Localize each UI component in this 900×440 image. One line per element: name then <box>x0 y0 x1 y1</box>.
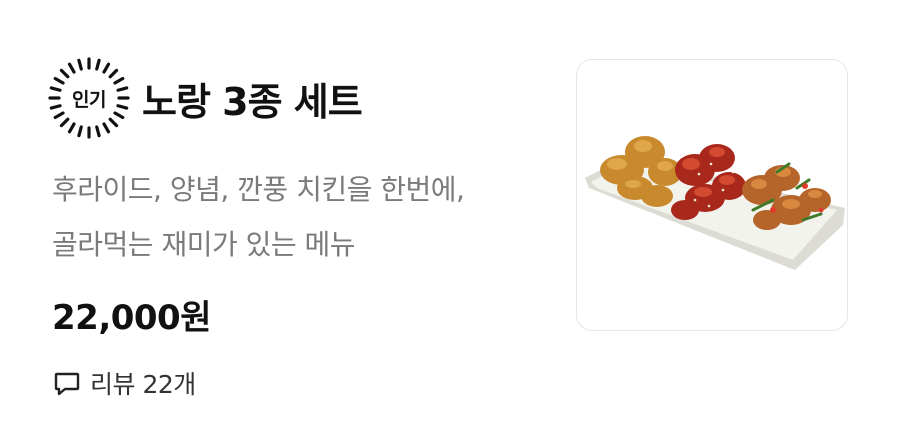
menu-description-line-1: 후라이드, 양념, 깐풍 치킨을 한번에, <box>52 173 465 206</box>
menu-title-row: 인기 노랑 3종 세트 <box>48 56 363 140</box>
menu-description-line-2: 골라먹는 재미가 있는 메뉴 <box>52 228 356 261</box>
menu-photo[interactable] <box>576 59 848 331</box>
speech-bubble-icon <box>54 372 80 396</box>
menu-price: 22,000원 <box>52 298 211 338</box>
popular-badge: 인기 <box>48 57 130 139</box>
popular-badge-label: 인기 <box>72 88 106 111</box>
review-count: 리뷰 22개 <box>90 370 196 399</box>
review-link[interactable]: 리뷰 22개 <box>52 364 196 402</box>
menu-title: 노랑 3종 세트 <box>142 79 363 124</box>
menu-description: 후라이드, 양념, 깐풍 치킨을 한번에, 골라먹는 재미가 있는 메뉴 <box>52 162 552 272</box>
menu-item-card[interactable]: 인기 노랑 3종 세트 후라이드, 양념, 깐풍 치킨을 한번에, 골라먹는 재… <box>0 0 900 440</box>
chicken-platter-photo-icon <box>585 136 845 270</box>
